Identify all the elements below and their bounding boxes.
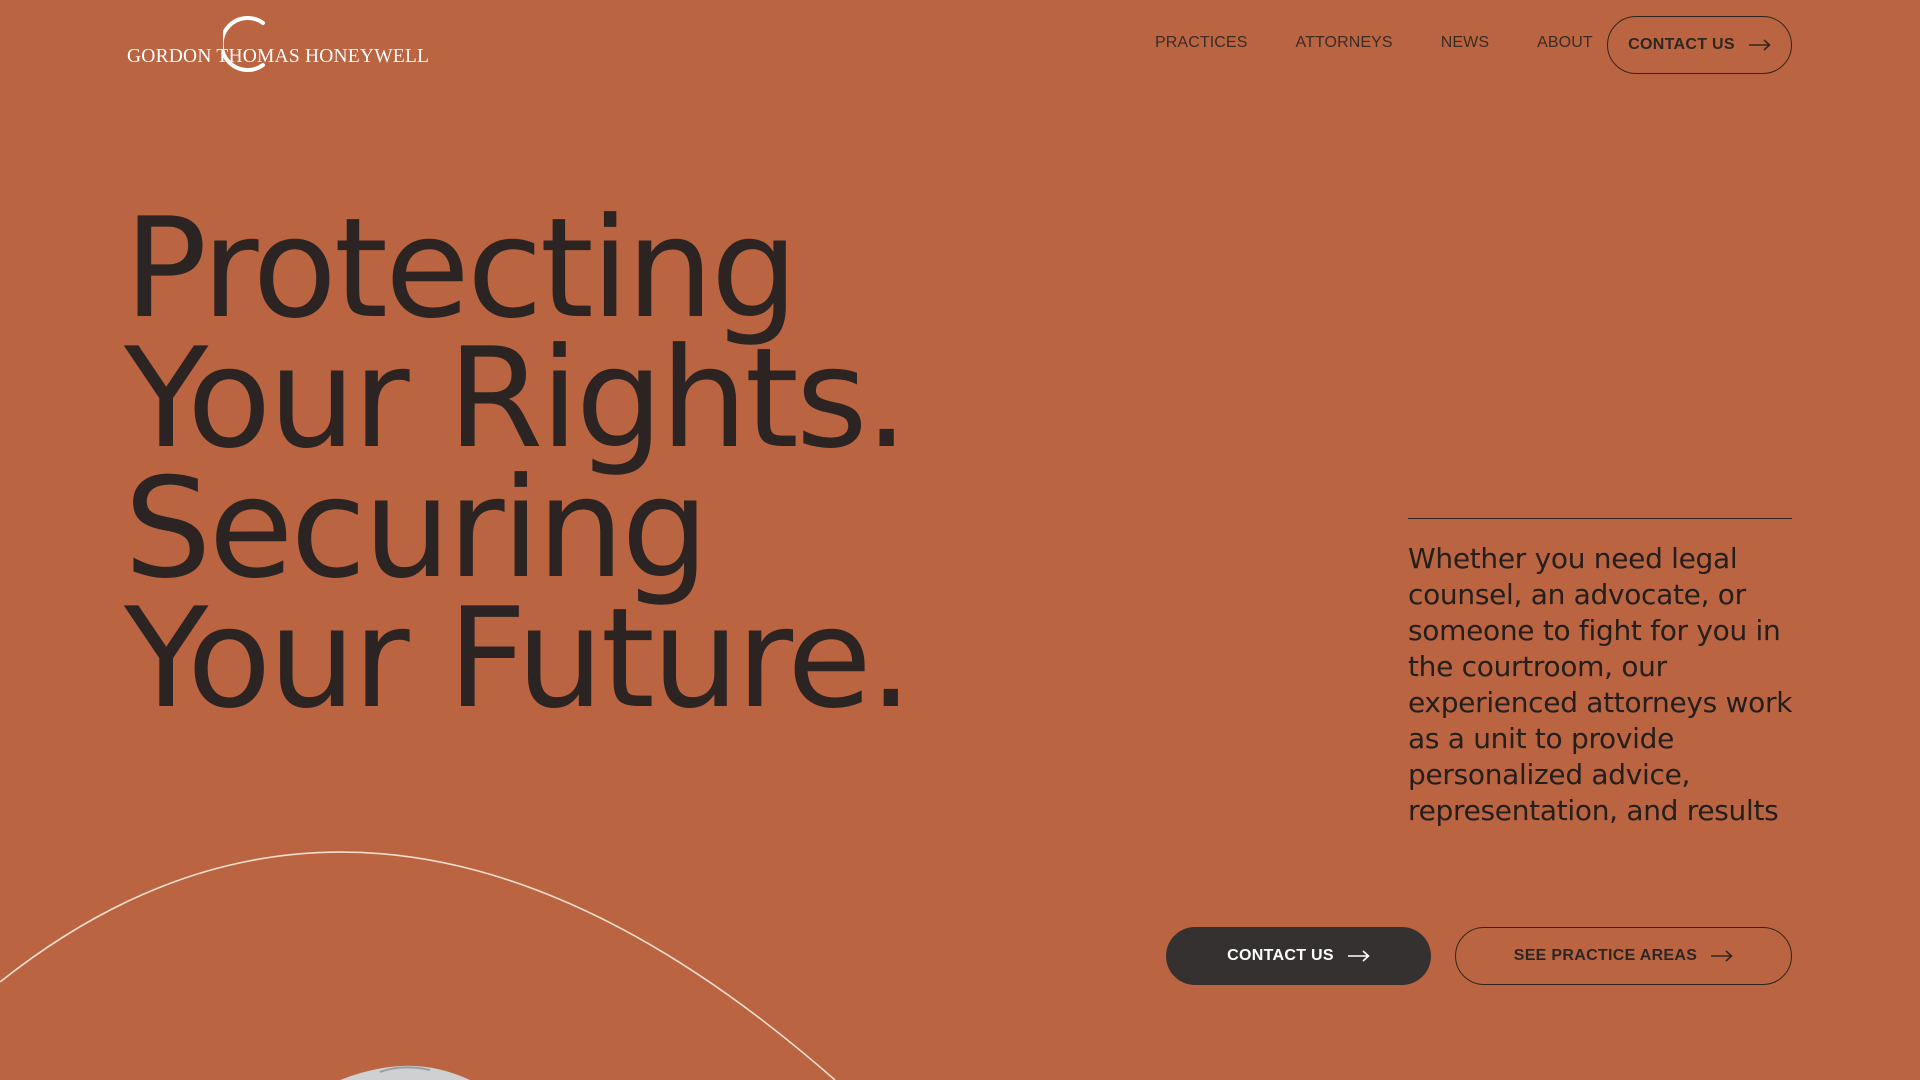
main-nav: PRACTICES ATTORNEYS NEWS ABOUT xyxy=(1155,34,1593,52)
portrait-image xyxy=(340,1065,470,1080)
header-contact-label: CONTACT US xyxy=(1628,36,1735,53)
arrow-right-icon xyxy=(1748,39,1771,51)
hero-description: Whether you need legal counsel, an advoc… xyxy=(1408,542,1793,827)
hero-title-line: Securing xyxy=(124,448,709,609)
hero-divider xyxy=(1408,518,1792,519)
nav-practices[interactable]: PRACTICES xyxy=(1155,34,1247,52)
hero-title-line: Protecting xyxy=(124,188,798,349)
nav-news[interactable]: NEWS xyxy=(1441,34,1489,52)
nav-about[interactable]: ABOUT xyxy=(1537,34,1593,52)
arrow-right-icon xyxy=(1347,950,1370,962)
hero-contact-label: CONTACT US xyxy=(1227,947,1334,964)
hero-title-line: Your Future. xyxy=(124,578,913,739)
header-contact-button[interactable]: CONTACT US xyxy=(1607,16,1792,74)
arrow-right-icon xyxy=(1711,950,1733,962)
site-logo[interactable]: GORDON THOMAS HONEYWELL xyxy=(127,14,429,76)
hero-title-line: Your Rights. xyxy=(124,318,909,479)
decorative-arc xyxy=(0,851,836,1080)
hero-contact-button[interactable]: CONTACT US xyxy=(1166,927,1431,985)
hero-title: Protecting Your Rights. Securing Your Fu… xyxy=(124,188,913,739)
page: GORDON THOMAS HONEYWELL PRACTICES ATTORN… xyxy=(0,0,1920,1080)
logo-wordmark: GORDON THOMAS HONEYWELL xyxy=(127,46,430,67)
nav-attorneys[interactable]: ATTORNEYS xyxy=(1295,34,1392,52)
see-practice-areas-label: SEE PRACTICE AREAS xyxy=(1513,947,1698,964)
see-practice-areas-button[interactable]: SEE PRACTICE AREAS xyxy=(1455,927,1792,985)
